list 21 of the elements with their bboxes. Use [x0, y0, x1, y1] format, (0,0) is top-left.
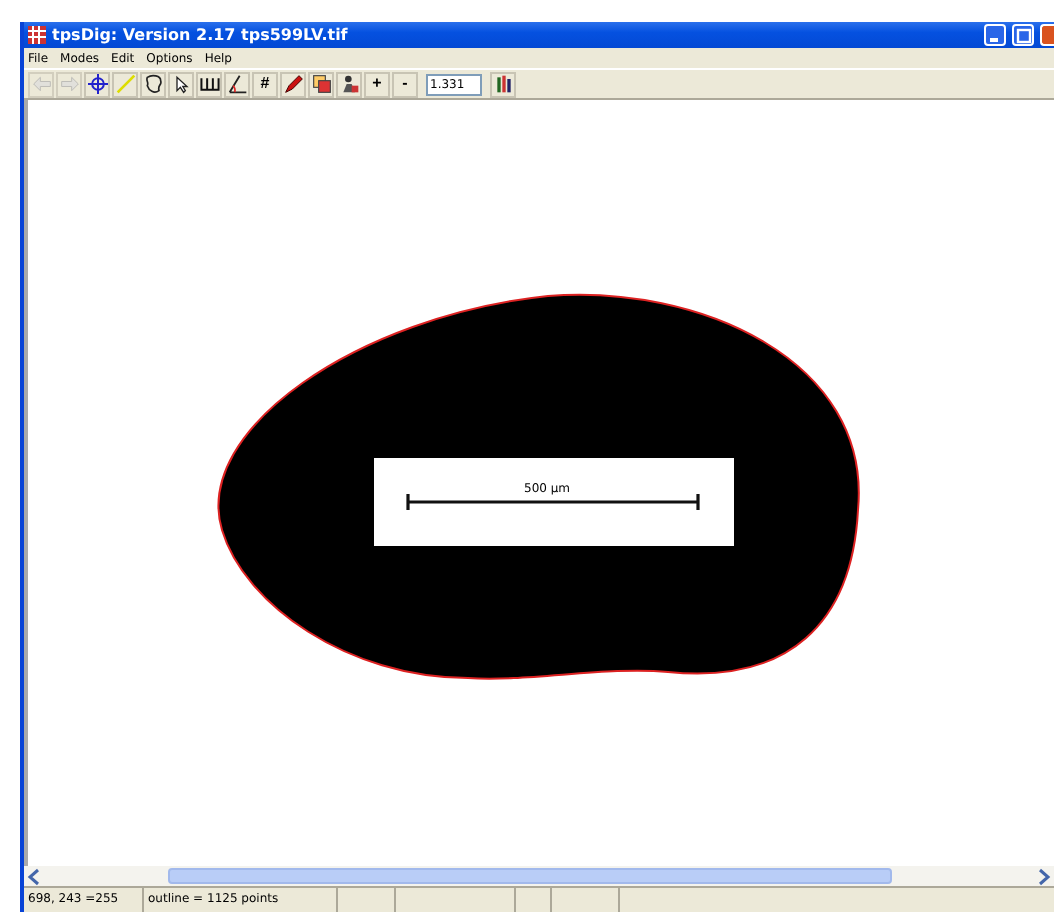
pen-tool-button[interactable] — [280, 71, 306, 98]
angle-tool-button[interactable] — [224, 71, 250, 98]
tool-button[interactable]: - — [392, 71, 418, 98]
scroll-thumb[interactable] — [168, 868, 892, 885]
chart-tool-button[interactable] — [490, 71, 516, 98]
outline-tool-button[interactable] — [140, 71, 166, 98]
horizontal-scrollbar[interactable] — [24, 866, 1054, 886]
comb-tool-button[interactable] — [196, 71, 222, 98]
close-button[interactable] — [1040, 24, 1054, 47]
minimize-button[interactable] — [984, 24, 1006, 47]
maximize-icon — [1015, 27, 1031, 44]
tool-button[interactable]: + — [364, 71, 390, 98]
grid-icon — [28, 26, 46, 45]
pointer-tool-button[interactable] — [168, 71, 194, 98]
window-title: tpsDig: Version 2.17 tps599LV.tif — [52, 26, 348, 45]
tool-button[interactable]: # — [252, 71, 278, 98]
copy-tool-button[interactable] — [308, 71, 334, 98]
crosshair-tool-button[interactable] — [84, 71, 110, 98]
figure-tool-button[interactable] — [336, 71, 362, 98]
minimize-icon — [989, 38, 997, 43]
maximize-button[interactable] — [1012, 24, 1034, 47]
